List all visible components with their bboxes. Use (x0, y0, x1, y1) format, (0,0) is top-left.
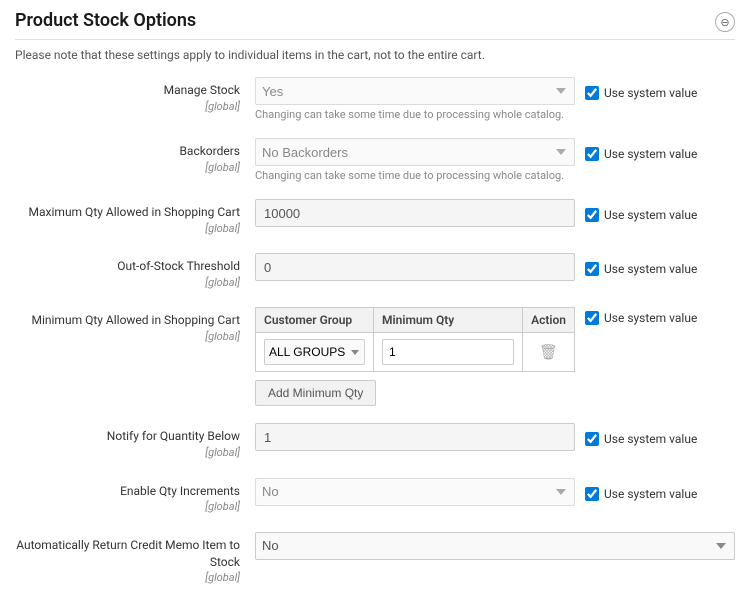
collapse-icon[interactable]: ⊖ (715, 12, 735, 32)
page-title: Product Stock Options (15, 10, 735, 40)
manage-stock-row: Manage Stock [global] Yes Use system val… (15, 77, 735, 126)
notify-qty-controls: Use system value (255, 423, 735, 451)
max-qty-checkbox[interactable] (585, 208, 599, 222)
manage-stock-controls: Yes Use system value Changing can take s… (255, 77, 735, 121)
notify-qty-input[interactable] (255, 423, 575, 451)
enable-qty-increments-use-system: Use system value (585, 483, 735, 501)
return-credit-memo-input-row: No (255, 532, 735, 560)
page-wrapper: Product Stock Options ⊖ Please note that… (0, 0, 750, 613)
out-of-stock-controls: Use system value (255, 253, 735, 281)
out-of-stock-label: Out-of-Stock Threshold [global] (15, 253, 255, 290)
out-of-stock-input-row: Use system value (255, 253, 735, 281)
out-of-stock-row: Out-of-Stock Threshold [global] Use syst… (15, 253, 735, 295)
manage-stock-input-row: Yes Use system value (255, 77, 735, 105)
min-qty-label: Minimum Qty Allowed in Shopping Cart [gl… (15, 307, 255, 344)
manage-stock-checkbox[interactable] (585, 86, 599, 100)
notify-qty-checkbox[interactable] (585, 432, 599, 446)
max-qty-input-row: Use system value (255, 199, 735, 227)
min-qty-table-wrap: Customer Group Minimum Qty Action ALL GR… (255, 307, 575, 406)
return-credit-memo-label: Automatically Return Credit Memo Item to… (15, 532, 255, 586)
group-cell: ALL GROUPS (256, 333, 374, 372)
min-qty-checkbox[interactable] (585, 311, 599, 325)
max-qty-label: Maximum Qty Allowed in Shopping Cart [gl… (15, 199, 255, 236)
max-qty-controls: Use system value (255, 199, 735, 227)
notify-qty-use-system: Use system value (585, 428, 735, 446)
manage-stock-select[interactable]: Yes (255, 77, 575, 105)
manage-stock-label: Manage Stock [global] (15, 77, 255, 114)
enable-qty-increments-checkbox[interactable] (585, 487, 599, 501)
min-qty-table: Customer Group Minimum Qty Action ALL GR… (255, 307, 575, 372)
col-action: Action (523, 308, 575, 333)
min-qty-value-input[interactable] (382, 339, 514, 365)
return-credit-memo-controls: No (255, 532, 735, 560)
backorders-input-row: No Backorders Use system value (255, 138, 735, 166)
backorders-checkbox[interactable] (585, 147, 599, 161)
backorders-select[interactable]: No Backorders (255, 138, 575, 166)
table-row: ALL GROUPS 🗑 (256, 333, 575, 372)
note-text: Please note that these settings apply to… (15, 48, 735, 62)
min-qty-table-body: ALL GROUPS 🗑 (256, 333, 575, 372)
notify-qty-input-row: Use system value (255, 423, 735, 451)
min-qty-row: Minimum Qty Allowed in Shopping Cart [gl… (15, 307, 735, 411)
enable-qty-increments-select[interactable]: No (255, 478, 575, 506)
min-qty-use-system: Use system value (585, 307, 735, 325)
notify-qty-row: Notify for Quantity Below [global] Use s… (15, 423, 735, 465)
max-qty-input[interactable] (255, 199, 575, 227)
out-of-stock-use-system: Use system value (585, 258, 735, 276)
enable-qty-increments-label: Enable Qty Increments [global] (15, 478, 255, 515)
enable-qty-increments-row: Enable Qty Increments [global] No Use sy… (15, 478, 735, 520)
max-qty-use-system: Use system value (585, 204, 735, 222)
notify-qty-label: Notify for Quantity Below [global] (15, 423, 255, 460)
enable-qty-increments-controls: No Use system value (255, 478, 735, 506)
enable-qty-increments-input-row: No Use system value (255, 478, 735, 506)
manage-stock-hint: Changing can take some time due to proce… (255, 108, 735, 121)
backorders-label: Backorders [global] (15, 138, 255, 175)
delete-row-icon[interactable]: 🗑 (539, 343, 558, 361)
col-customer-group: Customer Group (256, 308, 374, 333)
return-credit-memo-row: Automatically Return Credit Memo Item to… (15, 532, 735, 591)
out-of-stock-input[interactable] (255, 253, 575, 281)
out-of-stock-checkbox[interactable] (585, 262, 599, 276)
qty-cell (374, 333, 523, 372)
add-min-qty-button[interactable]: Add Minimum Qty (255, 380, 376, 406)
customer-group-select[interactable]: ALL GROUPS (264, 339, 365, 365)
backorders-hint: Changing can take some time due to proce… (255, 169, 735, 182)
collapse-icon-symbol: ⊖ (720, 16, 729, 29)
backorders-row: Backorders [global] No Backorders Use sy… (15, 138, 735, 187)
col-minimum-qty: Minimum Qty (374, 308, 523, 333)
backorders-controls: No Backorders Use system value Changing … (255, 138, 735, 182)
min-qty-controls: Customer Group Minimum Qty Action ALL GR… (255, 307, 735, 406)
action-cell: 🗑 (523, 333, 575, 372)
min-qty-table-header-row: Customer Group Minimum Qty Action (256, 308, 575, 333)
manage-stock-use-system: Use system value (585, 82, 735, 100)
min-qty-table-row: Customer Group Minimum Qty Action ALL GR… (255, 307, 735, 406)
backorders-use-system: Use system value (585, 143, 735, 161)
min-qty-table-head: Customer Group Minimum Qty Action (256, 308, 575, 333)
return-credit-memo-select[interactable]: No (255, 532, 735, 560)
max-qty-row: Maximum Qty Allowed in Shopping Cart [gl… (15, 199, 735, 241)
